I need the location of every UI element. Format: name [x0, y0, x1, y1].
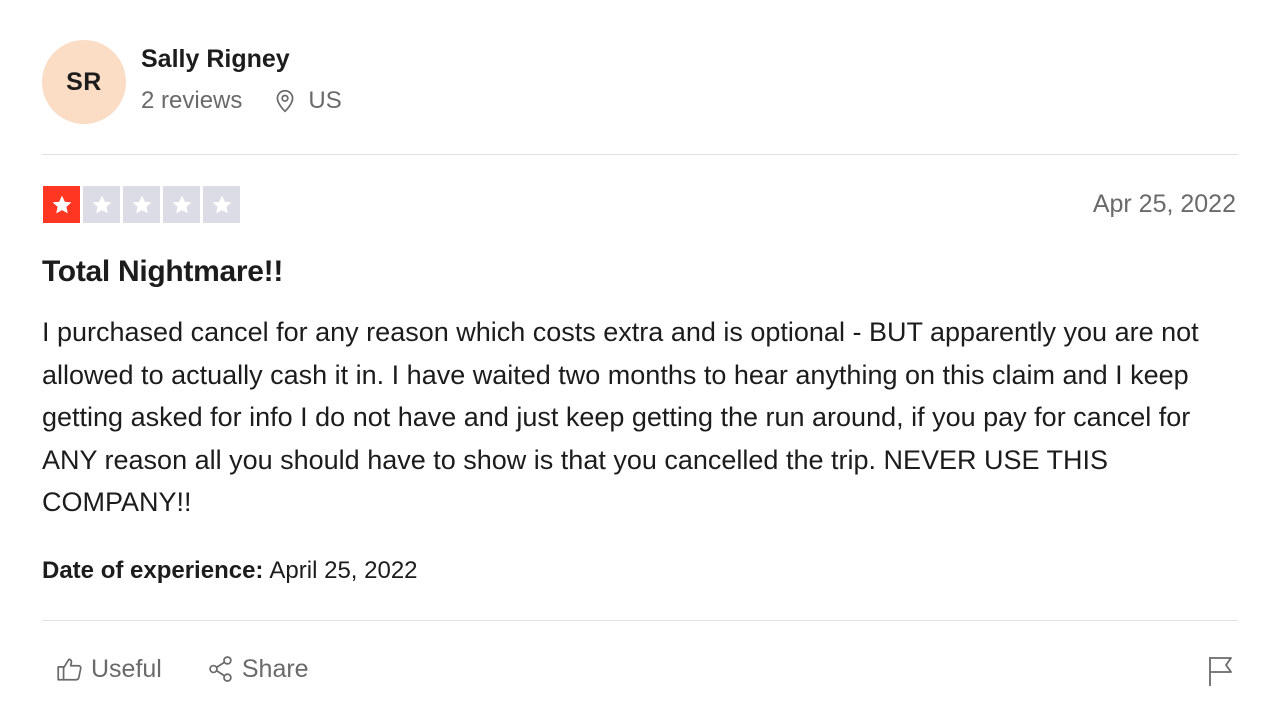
experience-label: Date of experience: [42, 557, 264, 584]
star-icon [212, 195, 231, 213]
thumbs-up-icon [57, 658, 82, 681]
useful-label: Useful [91, 654, 162, 683]
star-filled [43, 186, 80, 223]
review-actions: Useful Share [55, 654, 309, 684]
star-empty [163, 186, 200, 223]
share-button[interactable]: Share [206, 654, 309, 684]
reviewer-location: US [272, 87, 342, 115]
review-body: I purchased cancel for any reason which … [42, 317, 1199, 517]
location-pin-icon [272, 88, 298, 114]
date-of-experience: Date of experience: April 25, 2022 [42, 557, 418, 585]
divider [42, 154, 1238, 155]
avatar-initials: SR [66, 67, 102, 96]
review-date: Apr 25, 2022 [1092, 190, 1236, 218]
star-empty [123, 186, 160, 223]
review-card: SR Sally Rigney 2 reviews US Apr 25, 202… [0, 0, 1280, 720]
experience-date: April 25, 2022 [269, 557, 418, 584]
star-icon [172, 195, 191, 213]
reviews-count: 2 reviews [141, 87, 243, 114]
useful-button[interactable]: Useful [55, 654, 162, 684]
share-icon [209, 656, 232, 682]
reviewer-name[interactable]: Sally Rigney [141, 45, 290, 74]
divider [42, 620, 1238, 621]
star-rating [43, 186, 240, 223]
star-icon [52, 195, 71, 213]
review-title: Total Nightmare!! [42, 255, 284, 288]
flag-icon[interactable] [1206, 654, 1236, 688]
star-icon [92, 195, 111, 213]
location-label: US [308, 87, 342, 114]
avatar[interactable]: SR [42, 40, 126, 124]
star-empty [83, 186, 120, 223]
star-empty [203, 186, 240, 223]
star-icon [132, 195, 151, 213]
share-label: Share [241, 654, 309, 683]
reviewer-meta: 2 reviews US [141, 87, 342, 115]
